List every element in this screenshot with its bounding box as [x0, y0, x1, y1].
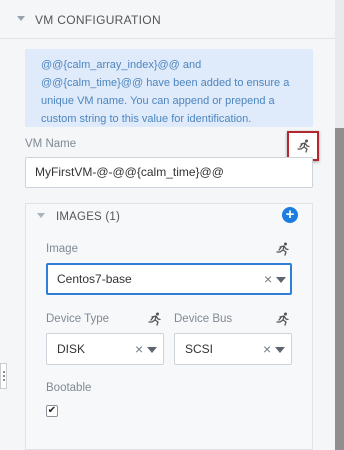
- chevron-down-icon[interactable]: [276, 277, 286, 283]
- grip-dot-icon: [2, 375, 5, 377]
- chevron-down-icon[interactable]: [17, 16, 25, 21]
- add-image-button[interactable]: +: [282, 207, 298, 223]
- chevron-down-icon[interactable]: [275, 347, 285, 353]
- scrollbar-thumb[interactable]: [335, 128, 344, 450]
- bootable-label: Bootable: [46, 382, 92, 394]
- chevron-down-icon[interactable]: [37, 213, 45, 218]
- info-message: @@{calm_array_index}@@ and @@{calm_time}…: [25, 49, 313, 127]
- device-type-select[interactable]: DISK ×: [46, 333, 164, 365]
- check-icon: ✔: [47, 405, 57, 416]
- image-select[interactable]: Centos7-base ×: [46, 263, 292, 295]
- runtime-editable-icon[interactable]: [276, 242, 290, 256]
- chevron-down-icon[interactable]: [147, 347, 157, 353]
- clear-icon[interactable]: ×: [264, 265, 272, 293]
- plus-circle-icon: +: [285, 206, 295, 223]
- device-bus-value: SCSI: [185, 342, 214, 356]
- runtime-editable-icon: [297, 139, 310, 153]
- vm-name-input[interactable]: MyFirstVM-@-@@{calm_time}@@: [25, 157, 313, 188]
- resize-handle[interactable]: [0, 363, 7, 389]
- image-label: Image: [46, 243, 78, 255]
- clear-icon[interactable]: ×: [135, 334, 143, 364]
- grip-dot-icon: [2, 379, 5, 381]
- grip-dot-icon: [2, 371, 5, 373]
- device-bus-select[interactable]: SCSI ×: [174, 333, 292, 365]
- section-title: VM CONFIGURATION: [35, 13, 161, 27]
- images-card: [25, 203, 313, 450]
- device-bus-label: Device Bus: [174, 313, 233, 325]
- runtime-editable-icon[interactable]: [148, 312, 162, 326]
- bootable-checkbox[interactable]: ✔: [46, 405, 58, 417]
- image-select-value: Centos7-base: [57, 272, 132, 286]
- vm-configuration-panel: VM CONFIGURATION @@{calm_array_index}@@ …: [0, 0, 344, 450]
- device-type-label: Device Type: [46, 313, 110, 325]
- section-header[interactable]: VM CONFIGURATION: [0, 0, 344, 38]
- vm-name-label: VM Name: [25, 138, 77, 150]
- images-title: IMAGES (1): [56, 211, 120, 223]
- clear-icon[interactable]: ×: [263, 334, 271, 364]
- device-type-value: DISK: [57, 342, 86, 356]
- runtime-editable-icon[interactable]: [276, 312, 290, 326]
